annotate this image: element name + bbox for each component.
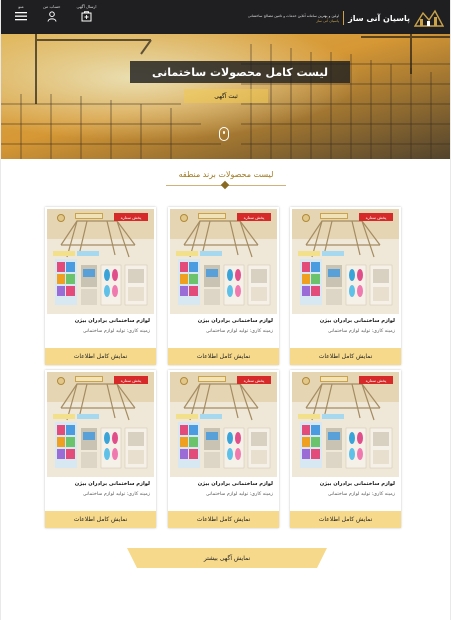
- product-category: زمینه کاری: تولید لوازم ساختمانی: [82, 329, 150, 334]
- product-category: زمینه کاری: تولید لوازم ساختمانی: [82, 492, 150, 497]
- promo-banner-graphic: [320, 213, 348, 219]
- brand-ribbon: پخش ستاره: [237, 376, 271, 384]
- product-image: [292, 372, 399, 477]
- promo-banner-graphic: [75, 213, 103, 219]
- product-image: [170, 209, 277, 314]
- product-image: [170, 372, 277, 477]
- product-name[interactable]: لوازم ساختمانی برادران بیژن: [320, 318, 395, 324]
- promo-banner-graphic: [198, 376, 226, 382]
- show-details-button[interactable]: نمایش کامل اطلاعات: [168, 511, 279, 528]
- product-image-frame[interactable]: پخش ستاره: [47, 372, 154, 477]
- menu-label: منو: [18, 4, 24, 9]
- product-image-frame[interactable]: پخش ستاره: [170, 372, 277, 477]
- product-card[interactable]: پخش ستاره لوازم ساختمانی برادران بیژن زمین…: [290, 207, 401, 365]
- product-card[interactable]: پخش ستاره لوازم ساختمانی برادران بیژن زمین…: [290, 370, 401, 528]
- product-card[interactable]: پخش ستاره لوازم ساختمانی برادران بیژن زمین…: [45, 370, 156, 528]
- product-name[interactable]: لوازم ساختمانی برادران بیژن: [320, 481, 395, 487]
- product-name[interactable]: لوازم ساختمانی برادران بیژن: [75, 481, 150, 487]
- product-image: [47, 372, 154, 477]
- product-image-frame[interactable]: پخش ستاره: [292, 209, 399, 314]
- show-details-button[interactable]: نمایش کامل اطلاعات: [290, 348, 401, 365]
- tagline-line-1: اولین و بهترین سامانه آنلاین خدمات و تام…: [247, 13, 340, 18]
- show-details-button[interactable]: نمایش کامل اطلاعات: [168, 348, 279, 365]
- promo-banner-graphic: [320, 376, 348, 382]
- logo-icon: [414, 9, 444, 27]
- menu-button[interactable]: منو: [15, 4, 27, 21]
- brand-tagline: اولین و بهترین سامانه آنلاین خدمات و تام…: [248, 14, 339, 23]
- product-card[interactable]: پخش ستاره لوازم ساختمانی برادران بیژن زمین…: [45, 207, 156, 365]
- show-details-button[interactable]: نمایش کامل اطلاعات: [45, 511, 156, 528]
- hero-title: لیست کامل محصولات ساختمانی: [152, 65, 328, 79]
- diamond-icon: [220, 180, 230, 190]
- product-card[interactable]: پخش ستاره لوازم ساختمانی برادران بیژن زمین…: [168, 370, 279, 528]
- seal-icon: [57, 377, 65, 385]
- post-ad-icon: [81, 11, 92, 22]
- product-image-frame[interactable]: پخش ستاره: [47, 209, 154, 314]
- brand-ribbon: پخش ستاره: [237, 213, 271, 221]
- hero-banner: لیست کامل محصولات ساختمانی ثبت آگهی: [1, 34, 450, 159]
- promo-banner-graphic: [198, 213, 226, 219]
- product-category: زمینه کاری: تولید لوازم ساختمانی: [205, 492, 273, 497]
- brand-ribbon: پخش ستاره: [359, 213, 393, 221]
- product-card[interactable]: پخش ستاره لوازم ساختمانی برادران بیژن زمین…: [168, 207, 279, 365]
- promo-banner-graphic: [75, 376, 103, 382]
- load-more-button[interactable]: نمایش آگهی بیشتر: [127, 548, 327, 568]
- post-ad-hero-button[interactable]: ثبت آگهی: [184, 89, 268, 103]
- product-image-frame[interactable]: پخش ستاره: [292, 372, 399, 477]
- hero-subtitle: ثبت آگهی: [214, 92, 238, 100]
- section-title: لیست محصولات برند منطقه: [178, 170, 274, 179]
- post-ad-button[interactable]: ارسال آگهی: [76, 4, 96, 22]
- tagline-line-2: پاسیان آنی ساز: [316, 18, 340, 23]
- show-details-button[interactable]: نمایش کامل اطلاعات: [45, 348, 156, 365]
- section-divider: [166, 180, 286, 190]
- product-category: زمینه کاری: تولید لوازم ساختمانی: [327, 492, 395, 497]
- scroll-down-icon[interactable]: [219, 127, 229, 141]
- product-name[interactable]: لوازم ساختمانی برادران بیژن: [198, 318, 273, 324]
- hamburger-icon: [15, 12, 27, 21]
- post-ad-label: ارسال آگهی: [76, 4, 97, 9]
- show-details-button[interactable]: نمایش کامل اطلاعات: [290, 511, 401, 528]
- page: منو حساب من ارسال آگهی پاسیان آنی ساز او…: [1, 0, 450, 620]
- product-name[interactable]: لوازم ساختمانی برادران بیژن: [198, 481, 273, 487]
- account-button[interactable]: حساب من: [43, 4, 60, 22]
- section-heading: لیست محصولات برند منطقه: [151, 170, 301, 190]
- product-image: [292, 209, 399, 314]
- seal-icon: [180, 377, 188, 385]
- header-nav: منو حساب من ارسال آگهی: [15, 4, 96, 28]
- seal-icon: [302, 377, 310, 385]
- brand-ribbon: پخش ستاره: [114, 213, 148, 221]
- product-image-frame[interactable]: پخش ستاره: [170, 209, 277, 314]
- brand-divider: [343, 11, 345, 25]
- seal-icon: [302, 214, 310, 222]
- account-label: حساب من: [43, 4, 61, 9]
- brand-name: پاسیان آنی ساز: [348, 13, 410, 23]
- seal-icon: [57, 214, 65, 222]
- load-more-label: نمایش آگهی بیشتر: [203, 554, 251, 562]
- hero-title-band: لیست کامل محصولات ساختمانی: [130, 61, 350, 83]
- site-header: منو حساب من ارسال آگهی پاسیان آنی ساز او…: [1, 0, 450, 34]
- product-category: زمینه کاری: تولید لوازم ساختمانی: [205, 329, 273, 334]
- brand-logo[interactable]: پاسیان آنی ساز اولین و بهترین سامانه آنل…: [248, 6, 444, 30]
- product-category: زمینه کاری: تولید لوازم ساختمانی: [327, 329, 395, 334]
- user-icon: [47, 11, 57, 22]
- brand-ribbon: پخش ستاره: [114, 376, 148, 384]
- seal-icon: [180, 214, 188, 222]
- brand-ribbon: پخش ستاره: [359, 376, 393, 384]
- product-image: [47, 209, 154, 314]
- product-name[interactable]: لوازم ساختمانی برادران بیژن: [75, 318, 150, 324]
